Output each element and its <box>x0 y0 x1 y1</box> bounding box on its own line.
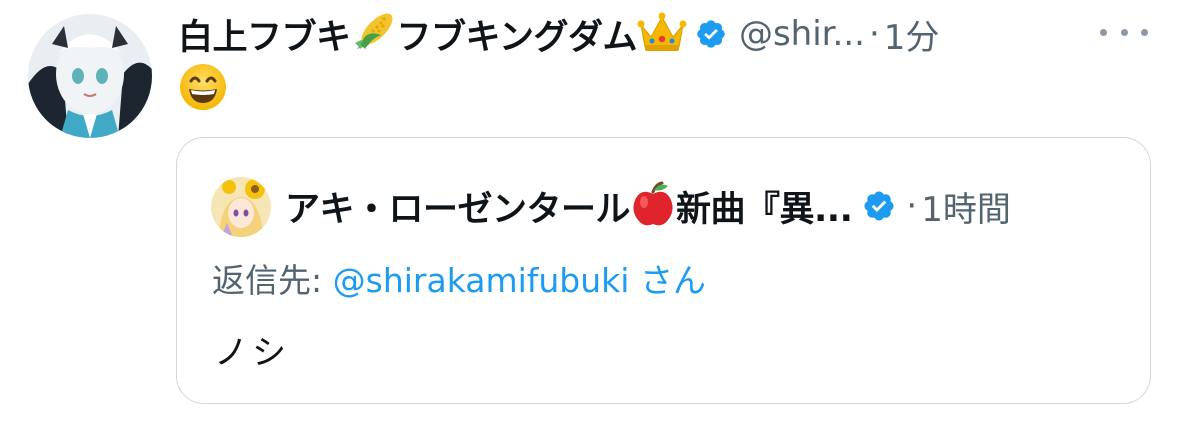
reply-suffix: さん <box>639 261 706 300</box>
quoted-verified-badge-icon[interactable] <box>862 189 896 223</box>
tweet-header: 白上フブキ フブキングダム @shir... · 1分 <box>178 8 1138 60</box>
quoted-header: アキ・ローゼンタール 新曲『異... · 1時間 <box>285 178 1011 234</box>
apple-icon <box>630 180 676 232</box>
user-handle[interactable]: @shir... <box>739 14 865 54</box>
avatar-image <box>28 14 152 138</box>
reply-label: 返信先: <box>212 261 323 300</box>
quoted-separator-dot: · <box>906 186 918 226</box>
display-name[interactable]: 白上フブキ <box>178 9 351 60</box>
reply-mention-link[interactable]: @shirakamifubuki <box>333 261 630 300</box>
grinning-face-icon <box>178 62 228 116</box>
verified-badge-icon[interactable] <box>695 18 727 50</box>
quoted-tweet-text: ノシ <box>214 333 290 373</box>
more-options-icon[interactable] <box>1100 20 1148 44</box>
quoted-avatar[interactable] <box>211 177 271 237</box>
tweet-body <box>178 63 228 115</box>
quoted-tweet[interactable]: アキ・ローゼンタール 新曲『異... · 1時間 返信先: @shirakami… <box>176 137 1151 404</box>
timestamp[interactable]: 1分 <box>884 10 940 59</box>
quoted-display-name-suffix[interactable]: 新曲『異... <box>676 181 853 232</box>
corn-icon <box>351 9 397 59</box>
separator-dot: · <box>868 14 880 54</box>
display-name-suffix[interactable]: フブキングダム <box>397 9 638 60</box>
tweet[interactable]: 白上フブキ フブキングダム @shir... · 1分 アキ・ローゼンタール 新… <box>0 0 1179 427</box>
quoted-timestamp[interactable]: 1時間 <box>921 182 1011 231</box>
avatar[interactable] <box>28 14 152 138</box>
crown-icon <box>637 9 687 59</box>
quoted-display-name[interactable]: アキ・ローゼンタール <box>285 181 631 232</box>
reply-context: 返信先: @shirakamifubuki さん <box>212 254 706 302</box>
